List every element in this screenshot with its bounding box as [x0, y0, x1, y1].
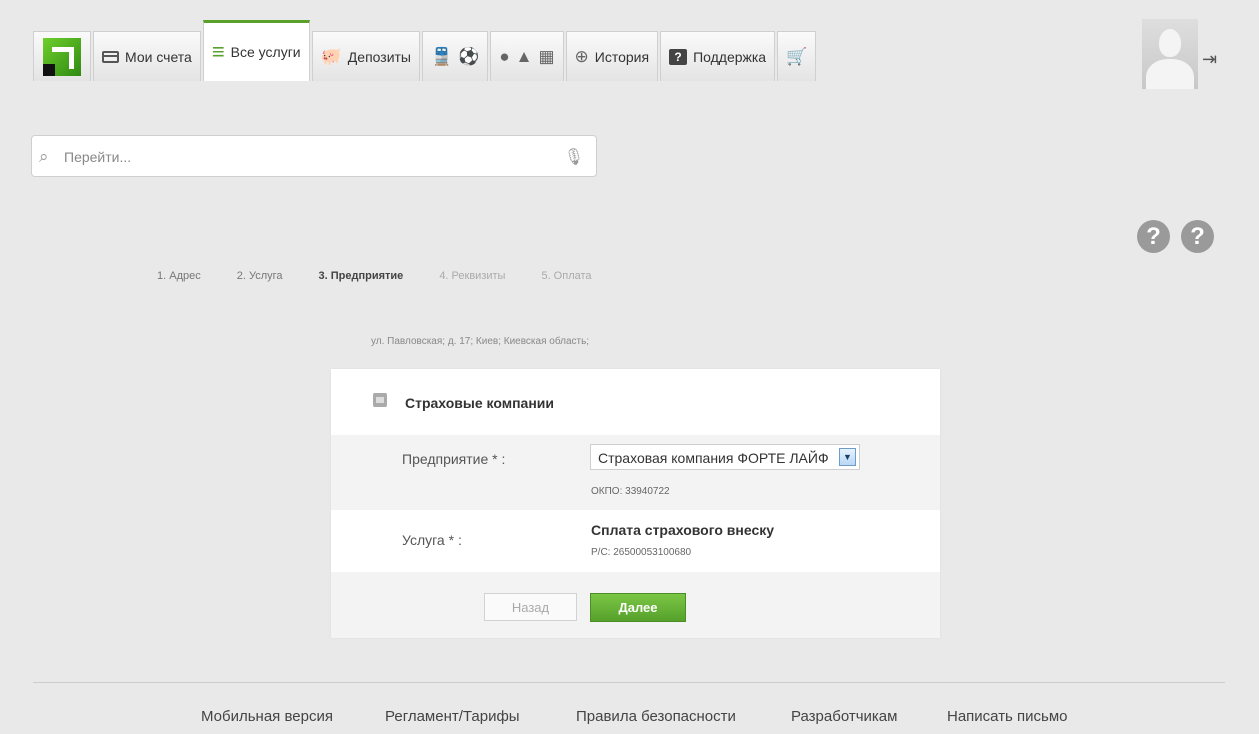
history-icon: ⊕ — [574, 47, 589, 66]
tab-label: Поддержка — [693, 48, 767, 65]
back-button[interactable]: Назад — [484, 593, 577, 621]
help-video-icon[interactable]: ? — [1137, 220, 1170, 253]
panel-title: Страховые компании — [405, 395, 554, 411]
tab-deposits[interactable]: 🐖 Депозиты — [311, 31, 420, 81]
service-account: Р/С: 26500053100680 — [591, 547, 692, 558]
search-icon: ⌕ — [39, 147, 49, 166]
step-payment: 5. Оплата — [541, 270, 592, 282]
enterprise-select-value: Страховая компания ФОРТЕ ЛАЙФ — [598, 450, 829, 466]
building-icon — [373, 393, 387, 407]
enterprise-panel: Страховые компании Предприятие * : Страх… — [331, 369, 940, 638]
credit-card-icon — [102, 50, 119, 63]
football-icon: ⚽ — [458, 47, 480, 66]
enterprise-row: Предприятие * : Страховая компания ФОРТЕ… — [331, 435, 940, 510]
footer-link-tariffs[interactable]: Регламент/Тарифы — [385, 708, 520, 725]
list-icon: ≡ — [211, 39, 225, 64]
cart-icon: 🛒 — [786, 47, 808, 66]
step-service[interactable]: 2. Услуга — [237, 270, 283, 282]
search-box: ⌕ 🎙 — [31, 135, 597, 177]
help-icon[interactable]: ? — [1181, 220, 1214, 253]
tab-history[interactable]: ⊕ История — [565, 31, 659, 81]
piggy-bank-icon: 🐖 — [320, 47, 342, 66]
footer-link-write-letter[interactable]: Написать письмо — [947, 708, 1068, 725]
address-text: ул. Павловская; д. 17; Киев; Киевская об… — [371, 336, 590, 347]
logout-icon[interactable]: ⇥ — [1202, 49, 1217, 70]
actions-row: Назад Далее — [331, 572, 940, 638]
help-icon: ? — [669, 48, 688, 65]
okpo-code: ОКПО: 33940722 — [591, 486, 670, 497]
next-button[interactable]: Далее — [590, 593, 686, 622]
step-address[interactable]: 1. Адрес — [157, 270, 201, 282]
wizard-steps: 1. Адрес 2. Услуга 3. Предприятие 4. Рек… — [157, 270, 628, 282]
footer-divider — [33, 682, 1225, 683]
microphone-icon[interactable]: 🎙 — [564, 147, 584, 167]
tab-label: Депозиты — [347, 48, 411, 65]
search-input[interactable] — [62, 146, 566, 168]
apple-icon: ● — [499, 47, 510, 66]
tab-tickets[interactable]: 🚆 ⚽ — [422, 31, 489, 81]
privatbank-logo — [43, 37, 81, 76]
step-enterprise: 3. Предприятие — [318, 270, 404, 282]
service-name: Сплата страхового внеску — [591, 522, 775, 538]
chevron-down-icon[interactable]: ▼ — [839, 448, 856, 466]
enterprise-label: Предприятие * : — [402, 451, 506, 467]
tab-support[interactable]: ? Поддержка — [660, 31, 776, 81]
footer-link-mobile[interactable]: Мобильная версия — [201, 708, 333, 725]
tab-label: Все услуги — [230, 44, 301, 60]
panel-header: Страховые компании — [331, 369, 940, 435]
avatar[interactable] — [1142, 19, 1198, 89]
main-nav: Мои счета ≡ Все услуги 🐖 Депозиты 🚆 ⚽ ● … — [33, 20, 818, 90]
enterprise-select[interactable]: Страховая компания ФОРТЕ ЛАЙФ ▼ — [590, 444, 860, 470]
tab-label: Мои счета — [125, 48, 192, 65]
tab-my-accounts[interactable]: Мои счета — [93, 31, 201, 81]
transport-tickets-icon: 🚆 — [431, 47, 453, 66]
footer-link-security[interactable]: Правила безопасности — [576, 708, 736, 725]
tab-all-services[interactable]: ≡ Все услуги — [202, 20, 310, 81]
tab-mobile-apps[interactable]: ● ▲ ▦ — [490, 31, 564, 81]
footer-link-developers[interactable]: Разработчикам — [791, 708, 897, 725]
step-details: 4. Реквизиты — [439, 270, 506, 282]
tab-cart[interactable]: 🛒 — [777, 31, 817, 81]
windows-icon: ▦ — [538, 47, 555, 66]
android-icon: ▲ — [515, 47, 533, 66]
logo-tab[interactable] — [33, 31, 91, 81]
service-row: Услуга * : Сплата страхового внеску Р/С:… — [331, 510, 940, 572]
tab-label: История — [594, 48, 650, 65]
service-label: Услуга * : — [402, 532, 462, 548]
